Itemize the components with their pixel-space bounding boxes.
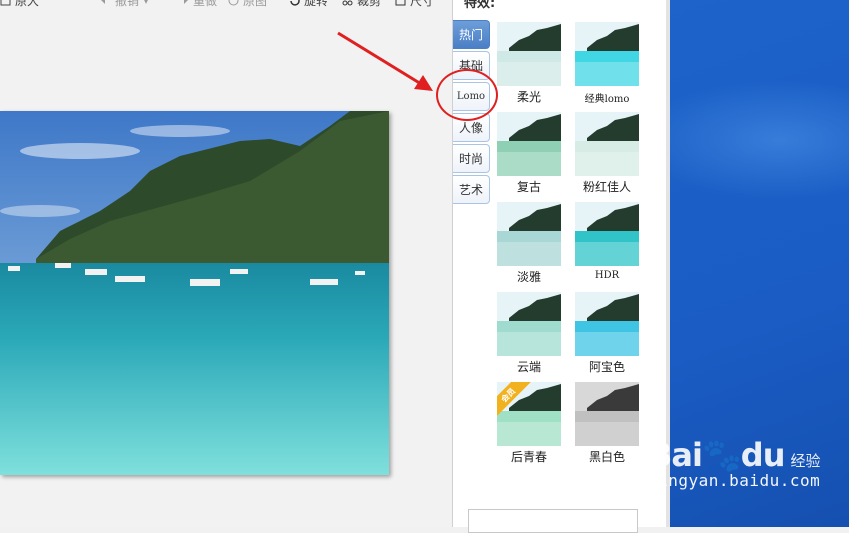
- beach-photo: [0, 111, 389, 475]
- redo-button[interactable]: 重做: [178, 0, 217, 8]
- tab-art[interactable]: 艺术: [453, 175, 490, 204]
- effect-preview-image: [575, 22, 639, 86]
- crop-icon: [342, 0, 353, 6]
- tab-fashion[interactable]: 时尚: [453, 144, 490, 173]
- top-toolbar: 原大 撤销 ▾ 重做 原图 旋转 裁剪 尺寸: [0, 0, 450, 8]
- effect-preview-image: [575, 202, 639, 266]
- effect-thumb[interactable]: 黑白色: [575, 382, 639, 465]
- effect-thumb[interactable]: 阿宝色: [575, 292, 639, 375]
- effect-preview-image: [497, 112, 561, 176]
- effect-thumb[interactable]: 柔光: [497, 22, 561, 105]
- watermark-logo: Bai: [648, 436, 703, 474]
- watermark-url: jingyan.baidu.com: [648, 471, 821, 490]
- paw-icon: 🐾: [701, 436, 742, 474]
- effect-label: HDR: [594, 270, 620, 281]
- effect-preview-image: [497, 292, 561, 356]
- effect-label: 阿宝色: [588, 360, 625, 374]
- desktop-glow: [670, 80, 849, 200]
- original-button[interactable]: 原图: [228, 0, 267, 8]
- highlight-circle: [436, 69, 498, 121]
- watermark-sub: 经验: [790, 452, 821, 470]
- effect-label: 云端: [516, 360, 541, 374]
- resize-icon: [395, 0, 406, 6]
- effect-preview-image: [575, 292, 639, 356]
- effect-thumb[interactable]: 复古: [497, 112, 561, 195]
- panel-input-box[interactable]: [468, 509, 638, 533]
- resize-button[interactable]: 尺寸: [395, 0, 434, 8]
- effect-preview-image: [575, 382, 639, 446]
- effect-label: 粉红佳人: [582, 180, 631, 194]
- rotate-label: 旋转: [304, 0, 329, 8]
- effect-thumb[interactable]: HDR: [575, 202, 639, 281]
- rotate-button[interactable]: 旋转: [289, 0, 328, 8]
- effect-label: 经典lomo: [584, 94, 630, 105]
- edited-photo[interactable]: [0, 111, 389, 475]
- redo-icon: [178, 0, 189, 6]
- effect-thumb[interactable]: 会员 后青春: [497, 382, 561, 465]
- undo-button[interactable]: 撤销 ▾: [100, 0, 149, 8]
- effect-label: 柔光: [516, 90, 541, 104]
- crop-label: 裁剪: [357, 0, 382, 8]
- original-icon: [228, 0, 239, 6]
- undo-dropdown-icon[interactable]: ▾: [143, 0, 149, 7]
- original-label: 原图: [243, 0, 268, 8]
- redo-label: 重做: [193, 0, 218, 8]
- effect-thumb[interactable]: 淡雅: [497, 202, 561, 285]
- crop-button[interactable]: 裁剪: [342, 0, 381, 8]
- actual-size-button[interactable]: 原大: [0, 0, 39, 8]
- actual-size-label: 原大: [15, 0, 40, 8]
- effect-thumb[interactable]: 粉红佳人: [575, 112, 639, 195]
- effect-preview-image: [497, 202, 561, 266]
- effect-preview-image: [497, 22, 561, 86]
- effect-label: 后青春: [510, 450, 547, 464]
- undo-icon: [100, 0, 111, 6]
- watermark-logo-tail: du: [740, 436, 786, 474]
- annotation-arrow-icon: [337, 31, 433, 91]
- resize-label: 尺寸: [410, 0, 435, 8]
- panel-title: 特效:: [464, 0, 496, 11]
- effect-thumb[interactable]: 经典lomo: [575, 22, 639, 105]
- undo-label: 撤销: [115, 0, 140, 8]
- effect-label: 淡雅: [516, 270, 541, 284]
- actual-size-icon: [0, 0, 11, 6]
- tab-hot[interactable]: 热门: [453, 20, 490, 49]
- effect-label: 黑白色: [588, 450, 625, 464]
- effect-preview-image: [575, 112, 639, 176]
- rotate-icon: [289, 0, 300, 6]
- effect-thumb[interactable]: 云端: [497, 292, 561, 375]
- effect-label: 复古: [516, 180, 541, 194]
- baidu-jingyan-watermark: Bai🐾du 经验 jingyan.baidu.com: [648, 436, 848, 490]
- effect-preview-image: 会员: [497, 382, 561, 446]
